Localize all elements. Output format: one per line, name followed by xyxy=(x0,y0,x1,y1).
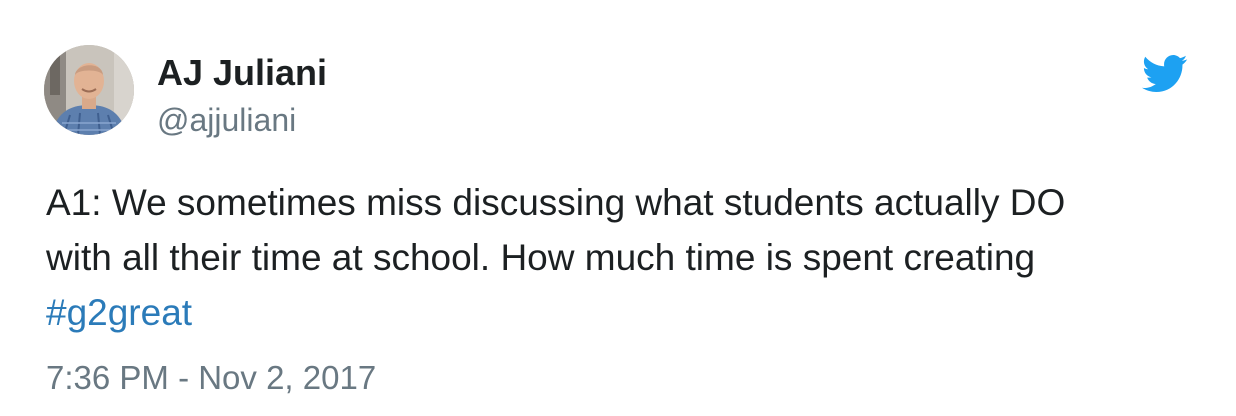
profile-photo xyxy=(44,45,134,135)
avatar[interactable] xyxy=(44,45,134,135)
tweet-timestamp[interactable]: 7:36 PM - Nov 2, 2017 xyxy=(46,356,376,400)
hashtag-link[interactable]: #g2great xyxy=(46,292,192,333)
author-display-name[interactable]: AJ Juliani xyxy=(157,52,327,94)
tweet-text-line: with all their time at school. How much … xyxy=(46,237,1036,278)
twitter-bird-icon-graphic xyxy=(1142,55,1188,93)
embedded-tweet: AJ Juliani @ajjuliani A1: We sometimes m… xyxy=(0,0,1236,416)
twitter-bird-icon[interactable] xyxy=(1142,54,1188,94)
tweet-text-line: #g2great xyxy=(46,285,1206,340)
author-handle[interactable]: @ajjuliani xyxy=(157,100,296,140)
tweet-text: A1: We sometimes miss discussing what st… xyxy=(46,175,1206,340)
tweet-text-line: A1: We sometimes miss discussing what st… xyxy=(46,182,1066,223)
